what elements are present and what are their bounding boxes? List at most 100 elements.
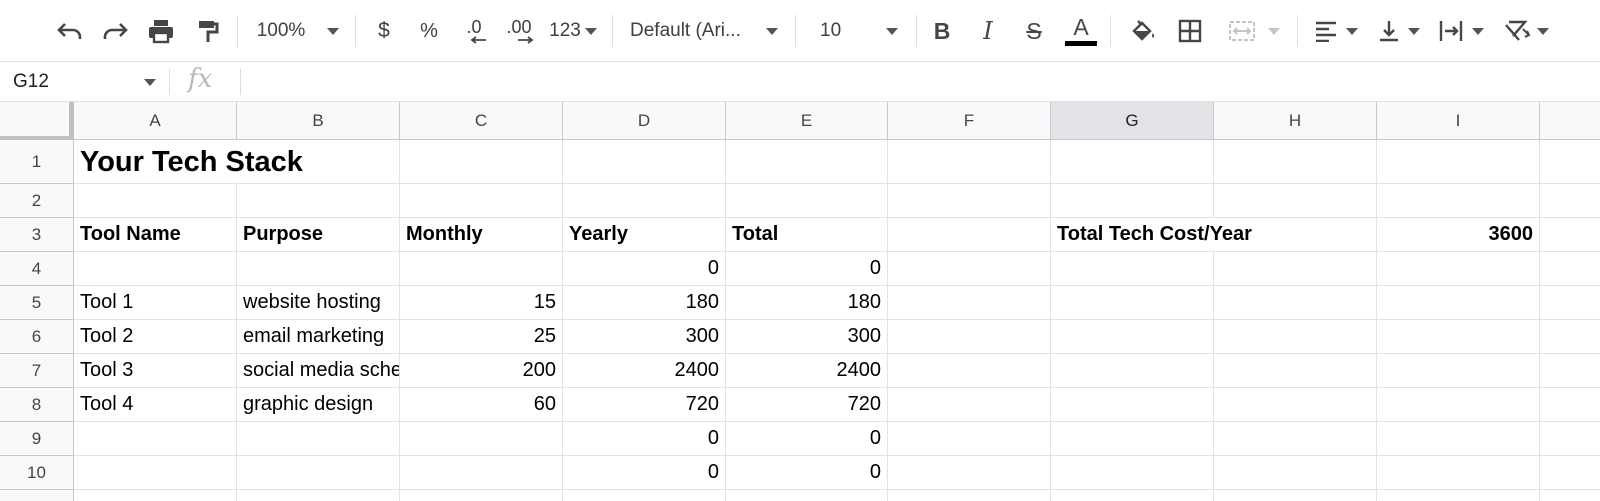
text-wrapping-button[interactable]	[1434, 12, 1488, 50]
cell-c8[interactable]: 60	[400, 388, 563, 422]
paint-format-button[interactable]	[190, 12, 226, 50]
italic-button[interactable]: I	[972, 12, 1004, 50]
merge-cells-button[interactable]	[1220, 12, 1288, 50]
cell-b5[interactable]: website hosting	[237, 286, 400, 320]
cell-j11[interactable]	[1540, 490, 1600, 501]
cell-j10[interactable]	[1540, 456, 1600, 490]
cell-d3[interactable]: Yearly	[563, 218, 726, 252]
cell-c10[interactable]	[400, 456, 563, 490]
cell-b4[interactable]	[237, 252, 400, 286]
column-header-h[interactable]: H	[1214, 102, 1377, 140]
cell-j4[interactable]	[1540, 252, 1600, 286]
row-header-6[interactable]: 6	[0, 320, 74, 354]
cell-b8[interactable]: graphic design	[237, 388, 400, 422]
cell-c1[interactable]	[400, 140, 563, 184]
cell-c2[interactable]	[400, 184, 563, 218]
row-header-2[interactable]: 2	[0, 184, 74, 218]
increase-decimal-button[interactable]: .00	[501, 12, 537, 50]
cell-a8[interactable]: Tool 4	[74, 388, 237, 422]
cell-d6[interactable]: 300	[563, 320, 726, 354]
cell-e3[interactable]: Total	[726, 218, 888, 252]
cell-j9[interactable]	[1540, 422, 1600, 456]
cell-a1[interactable]: Your Tech Stack	[74, 140, 303, 184]
cell-a11[interactable]	[74, 490, 237, 501]
cell-a3[interactable]: Tool Name	[74, 218, 237, 252]
cell-h8[interactable]	[1214, 388, 1377, 422]
cell-h7[interactable]	[1214, 354, 1377, 388]
cell-e4[interactable]: 0	[726, 252, 888, 286]
column-header-b[interactable]: B	[237, 102, 400, 140]
cell-g1[interactable]	[1051, 140, 1214, 184]
select-all-corner[interactable]	[0, 102, 74, 140]
strikethrough-button[interactable]: S	[1017, 12, 1051, 50]
vertical-align-button[interactable]	[1374, 12, 1424, 50]
cell-d7[interactable]: 2400	[563, 354, 726, 388]
font-size-select[interactable]: 10	[808, 12, 908, 50]
row-header-3[interactable]: 3	[0, 218, 74, 252]
cell-f10[interactable]	[888, 456, 1051, 490]
undo-button[interactable]	[52, 12, 88, 50]
font-family-select[interactable]: Default (Ari...	[630, 12, 785, 50]
cell-g9[interactable]	[1051, 422, 1214, 456]
cell-b10[interactable]	[237, 456, 400, 490]
cell-h6[interactable]	[1214, 320, 1377, 354]
cell-g3[interactable]: Total Tech Cost/Year	[1051, 218, 1252, 252]
cell-i6[interactable]	[1377, 320, 1540, 354]
cell-e7[interactable]: 2400	[726, 354, 888, 388]
cell-f6[interactable]	[888, 320, 1051, 354]
fill-color-button[interactable]	[1125, 12, 1161, 50]
cell-a6[interactable]: Tool 2	[74, 320, 237, 354]
cell-g7[interactable]	[1051, 354, 1214, 388]
cell-f8[interactable]	[888, 388, 1051, 422]
cell-d5[interactable]: 180	[563, 286, 726, 320]
cell-f5[interactable]	[888, 286, 1051, 320]
cell-e8[interactable]: 720	[726, 388, 888, 422]
cell-i3[interactable]: 3600	[1377, 218, 1540, 252]
cell-b3[interactable]: Purpose	[237, 218, 400, 252]
cell-e10[interactable]: 0	[726, 456, 888, 490]
cell-g8[interactable]	[1051, 388, 1214, 422]
cell-j1[interactable]	[1540, 140, 1600, 184]
cell-f7[interactable]	[888, 354, 1051, 388]
cell-i1[interactable]	[1377, 140, 1540, 184]
cell-b6[interactable]: email marketing	[237, 320, 400, 354]
row-header-5[interactable]: 5	[0, 286, 74, 320]
cell-h11[interactable]	[1214, 490, 1377, 501]
decrease-decimal-button[interactable]: .0	[458, 12, 490, 50]
bold-button[interactable]: B	[926, 12, 958, 50]
row-header-8[interactable]: 8	[0, 388, 74, 422]
text-color-button[interactable]: A	[1062, 12, 1100, 50]
cell-i2[interactable]	[1377, 184, 1540, 218]
horizontal-align-button[interactable]	[1310, 12, 1362, 50]
cell-i11[interactable]	[1377, 490, 1540, 501]
more-formats-button[interactable]: 123	[546, 12, 600, 50]
cell-d2[interactable]	[563, 184, 726, 218]
cell-a2[interactable]	[74, 184, 237, 218]
cell-e5[interactable]: 180	[726, 286, 888, 320]
name-box[interactable]: G12	[0, 62, 168, 101]
row-header-10[interactable]: 10	[0, 456, 74, 490]
percent-format-button[interactable]: %	[413, 12, 445, 50]
cell-g10[interactable]	[1051, 456, 1214, 490]
cell-g6[interactable]	[1051, 320, 1214, 354]
cell-b7[interactable]: social media scheduling	[237, 354, 400, 388]
cell-j3[interactable]	[1540, 218, 1600, 252]
cell-c3[interactable]: Monthly	[400, 218, 563, 252]
row-header-4[interactable]: 4	[0, 252, 74, 286]
cell-c9[interactable]	[400, 422, 563, 456]
cell-f9[interactable]	[888, 422, 1051, 456]
column-header-f[interactable]: F	[888, 102, 1051, 140]
cell-j7[interactable]	[1540, 354, 1600, 388]
column-header-i[interactable]: I	[1377, 102, 1540, 140]
cell-d8[interactable]: 720	[563, 388, 726, 422]
cell-j8[interactable]	[1540, 388, 1600, 422]
zoom-select[interactable]: 100%	[250, 12, 346, 50]
currency-format-button[interactable]: $	[368, 12, 400, 50]
cell-b9[interactable]	[237, 422, 400, 456]
cell-i10[interactable]	[1377, 456, 1540, 490]
cell-e11[interactable]	[726, 490, 888, 501]
cell-i9[interactable]	[1377, 422, 1540, 456]
formula-input[interactable]	[250, 62, 1590, 101]
cell-h5[interactable]	[1214, 286, 1377, 320]
cell-f3[interactable]	[888, 218, 1051, 252]
